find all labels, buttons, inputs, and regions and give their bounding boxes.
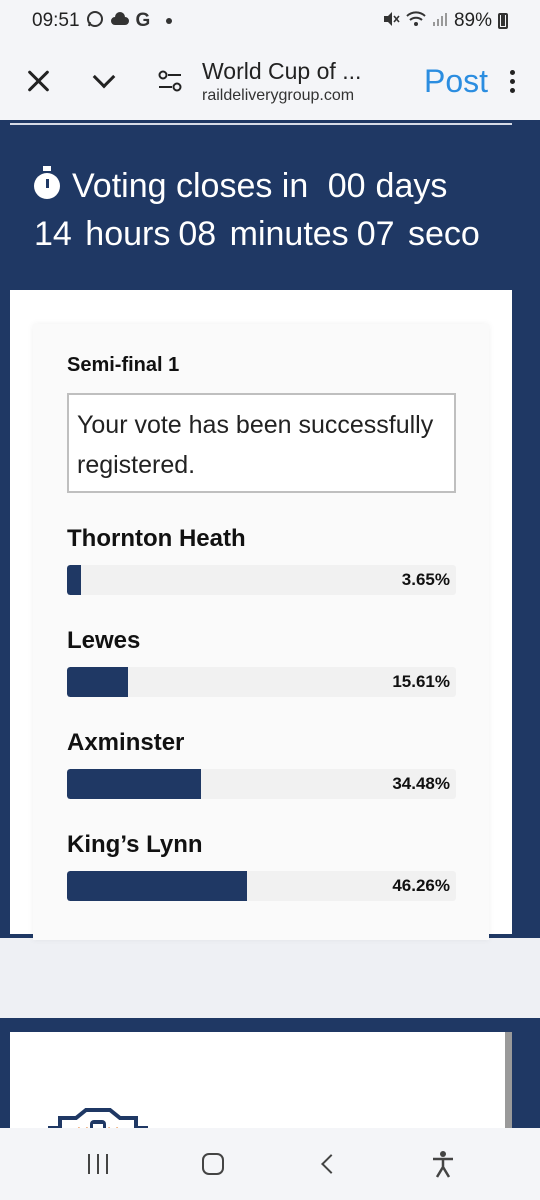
poll-results: Semi-final 1 Your vote has been successf… — [33, 324, 489, 940]
poll-title: Semi-final 1 — [67, 354, 180, 376]
option-name: Thornton Heath — [67, 525, 246, 552]
countdown-hours-label: hours — [85, 215, 171, 253]
poll-option: Thornton Heath 3.65% — [67, 525, 456, 595]
google-icon: G — [135, 10, 151, 31]
cloud-icon — [110, 11, 130, 31]
chevron-down-icon — [92, 65, 116, 89]
next-card — [10, 1032, 512, 1128]
stopwatch-icon — [34, 166, 60, 199]
voting-countdown: Voting closes in 00 days 14 hours 08 minut… — [34, 162, 514, 258]
poll-option: King’s Lynn 46.26% — [67, 831, 456, 901]
result-percent: 3.65% — [401, 570, 450, 589]
poll-option: Lewes 15.61% — [67, 627, 456, 697]
battery-percent: 89% — [453, 10, 492, 31]
page-title: World Cup of ... — [202, 57, 362, 84]
countdown-prefix: Voting closes in — [72, 167, 309, 205]
close-icon — [26, 69, 50, 93]
recent-apps-icon — [87, 1154, 108, 1174]
page-title-block[interactable]: World Cup of ... raildeliverygroup.com — [202, 58, 424, 105]
next-section — [0, 1018, 540, 1128]
countdown-seconds-label: seco — [407, 215, 480, 253]
back-icon — [320, 1154, 341, 1174]
countdown-hours: 14 — [34, 215, 72, 253]
result-bar: 46.26% — [67, 871, 456, 901]
wifi-icon — [406, 10, 426, 32]
option-name: King’s Lynn — [67, 831, 203, 858]
whatsapp-icon — [86, 10, 104, 33]
result-bar: 15.61% — [67, 667, 456, 697]
poll-card: Semi-final 1 Your vote has been successf… — [10, 290, 512, 940]
recent-apps-button[interactable] — [73, 1139, 123, 1189]
battery-icon — [498, 13, 508, 29]
accessibility-button[interactable] — [418, 1139, 468, 1189]
result-bar: 3.65% — [67, 565, 456, 595]
result-bar-fill — [67, 769, 202, 799]
mute-icon — [382, 11, 400, 32]
more-options-icon[interactable] — [502, 69, 522, 93]
home-icon — [201, 1153, 224, 1175]
result-percent: 46.26% — [392, 876, 450, 895]
notification-dot-icon — [166, 18, 173, 24]
browser-toolbar: World Cup of ... raildeliverygroup.com P… — [0, 42, 540, 120]
status-time: 09:51 — [32, 10, 80, 31]
divider — [10, 123, 512, 125]
countdown-seconds: 07 — [356, 215, 395, 253]
accessibility-icon — [432, 1151, 453, 1178]
status-bar: 09:51 G 89% — [0, 0, 540, 42]
collapse-button[interactable] — [84, 61, 124, 101]
poll-section: Semi-final 1 Your vote has been successf… — [0, 290, 540, 940]
poll-option: Axminster 34.48% — [67, 729, 456, 799]
station-logo-icon — [48, 1108, 148, 1128]
countdown-minutes: 08 — [178, 215, 217, 253]
close-button[interactable] — [18, 61, 58, 101]
page-settings-button[interactable] — [150, 61, 190, 101]
page-url: raildeliverygroup.com — [202, 86, 355, 104]
result-percent: 34.48% — [392, 774, 450, 793]
result-percent: 15.61% — [392, 672, 450, 691]
scrollbar[interactable] — [505, 1032, 512, 1128]
result-bar-fill — [67, 565, 82, 595]
option-name: Lewes — [67, 627, 141, 654]
option-name: Axminster — [67, 729, 185, 756]
countdown-days: 00 — [327, 167, 366, 205]
post-button[interactable]: Post — [424, 63, 488, 100]
countdown-days-label: days — [375, 167, 448, 205]
tune-icon — [158, 70, 182, 92]
result-bar-fill — [67, 871, 247, 901]
vote-confirmation-message: Your vote has been successfully register… — [67, 393, 456, 493]
countdown-minutes-label: minutes — [229, 215, 349, 253]
result-bar-fill — [67, 667, 128, 697]
system-nav-bar — [0, 1128, 540, 1200]
signal-icon — [432, 11, 448, 32]
back-button[interactable] — [303, 1139, 353, 1189]
countdown-banner: Voting closes in 00 days 14 hours 08 minut… — [0, 120, 540, 290]
home-button[interactable] — [188, 1139, 238, 1189]
web-page: Voting closes in 00 days 14 hours 08 minut… — [0, 120, 540, 1128]
result-bar: 34.48% — [67, 769, 456, 799]
